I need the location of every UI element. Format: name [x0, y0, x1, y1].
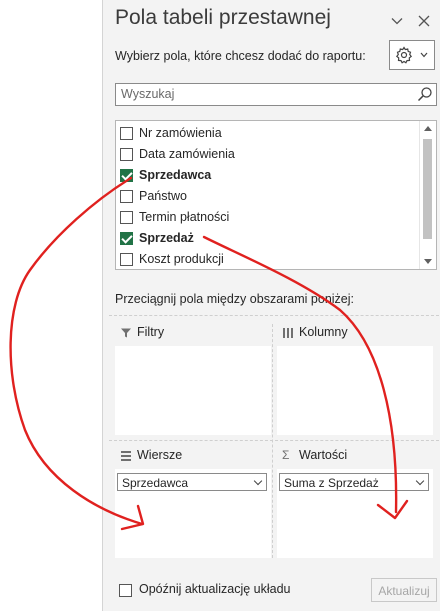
field-item[interactable]: Państwo: [116, 187, 416, 208]
field-item[interactable]: Sprzedaż: [116, 229, 416, 250]
update-button[interactable]: Aktualizuj: [371, 578, 437, 602]
chevron-down-icon[interactable]: [253, 476, 263, 486]
field-label: Sprzedawca: [139, 168, 212, 182]
values-label: Wartości: [299, 448, 348, 462]
chevron-down-icon[interactable]: [415, 476, 425, 486]
field-item[interactable]: Nr zamówienia: [116, 124, 416, 145]
field-label: Nr zamówienia: [139, 126, 222, 140]
chevron-down-icon[interactable]: [390, 14, 404, 28]
filters-label: Filtry: [137, 325, 165, 339]
filter-icon: [121, 328, 131, 338]
pane-title: Pola tabeli przestawnej: [115, 6, 331, 29]
drag-fields-hint: Przeciągnij pola między obszarami poniże…: [115, 292, 355, 306]
values-area[interactable]: Σ Wartości Suma z Sprzedaż: [277, 445, 433, 558]
filters-drop-zone[interactable]: [115, 346, 271, 435]
field-checkbox[interactable]: [120, 211, 133, 224]
field-label: Termin płatności: [139, 210, 230, 224]
field-checkbox[interactable]: [120, 127, 133, 140]
defer-update-label: Opóźnij aktualizację układu: [139, 582, 291, 596]
field-checkbox[interactable]: [120, 190, 133, 203]
field-checkbox[interactable]: [120, 148, 133, 161]
pivot-field-list-pane: Pola tabeli przestawnej Wybierz pola, kt…: [102, 0, 440, 611]
search-input[interactable]: [121, 87, 406, 101]
field-label: Koszt produkcji: [139, 252, 224, 266]
field-item[interactable]: Sprzedawca: [116, 166, 416, 187]
field-item[interactable]: Koszt produkcji: [116, 250, 416, 269]
gear-icon: [395, 46, 413, 64]
field-label: Sprzedaż: [139, 231, 194, 245]
defer-update-checkbox[interactable]: [119, 584, 132, 597]
divider: [109, 440, 439, 441]
columns-area[interactable]: Kolumny: [277, 322, 433, 435]
rows-field-pill[interactable]: Sprzedawca: [117, 473, 267, 491]
rows-icon: [121, 451, 131, 461]
tools-button[interactable]: [389, 40, 435, 70]
divider: [109, 315, 439, 316]
choose-fields-label: Wybierz pola, które chcesz dodać do rapo…: [115, 49, 366, 63]
scrollbar-thumb[interactable]: [423, 139, 432, 239]
sigma-icon: Σ: [282, 448, 290, 462]
field-checkbox[interactable]: [120, 253, 133, 266]
values-drop-zone[interactable]: Suma z Sprzedaż: [277, 469, 433, 558]
chevron-down-icon: [420, 52, 428, 58]
rows-drop-zone[interactable]: Sprzedawca: [115, 469, 271, 558]
field-checkbox[interactable]: [120, 232, 133, 245]
rows-area[interactable]: Wiersze Sprzedawca: [115, 445, 271, 558]
divider: [272, 324, 273, 558]
search-icon[interactable]: [417, 86, 433, 102]
values-field-pill[interactable]: Suma z Sprzedaż: [279, 473, 429, 491]
field-list-scrollbar[interactable]: [419, 121, 436, 269]
values-field-label: Suma z Sprzedaż: [284, 476, 379, 490]
scroll-down-arrow-icon[interactable]: [424, 259, 432, 264]
scroll-up-arrow-icon[interactable]: [424, 126, 432, 131]
columns-icon: [283, 328, 293, 338]
rows-field-label: Sprzedawca: [122, 476, 189, 490]
field-label: Państwo: [139, 189, 187, 203]
field-label: Data zamówienia: [139, 147, 235, 161]
field-item[interactable]: Termin płatności: [116, 208, 416, 229]
rows-label: Wiersze: [137, 448, 183, 462]
field-item[interactable]: Data zamówienia: [116, 145, 416, 166]
search-field[interactable]: [115, 83, 437, 106]
field-checkbox[interactable]: [120, 169, 133, 182]
filters-area[interactable]: Filtry: [115, 322, 271, 435]
field-list: Nr zamówienia Data zamówienia Sprzedawca…: [115, 120, 437, 270]
close-icon[interactable]: [417, 14, 431, 28]
columns-label: Kolumny: [299, 325, 348, 339]
columns-drop-zone[interactable]: [277, 346, 433, 435]
